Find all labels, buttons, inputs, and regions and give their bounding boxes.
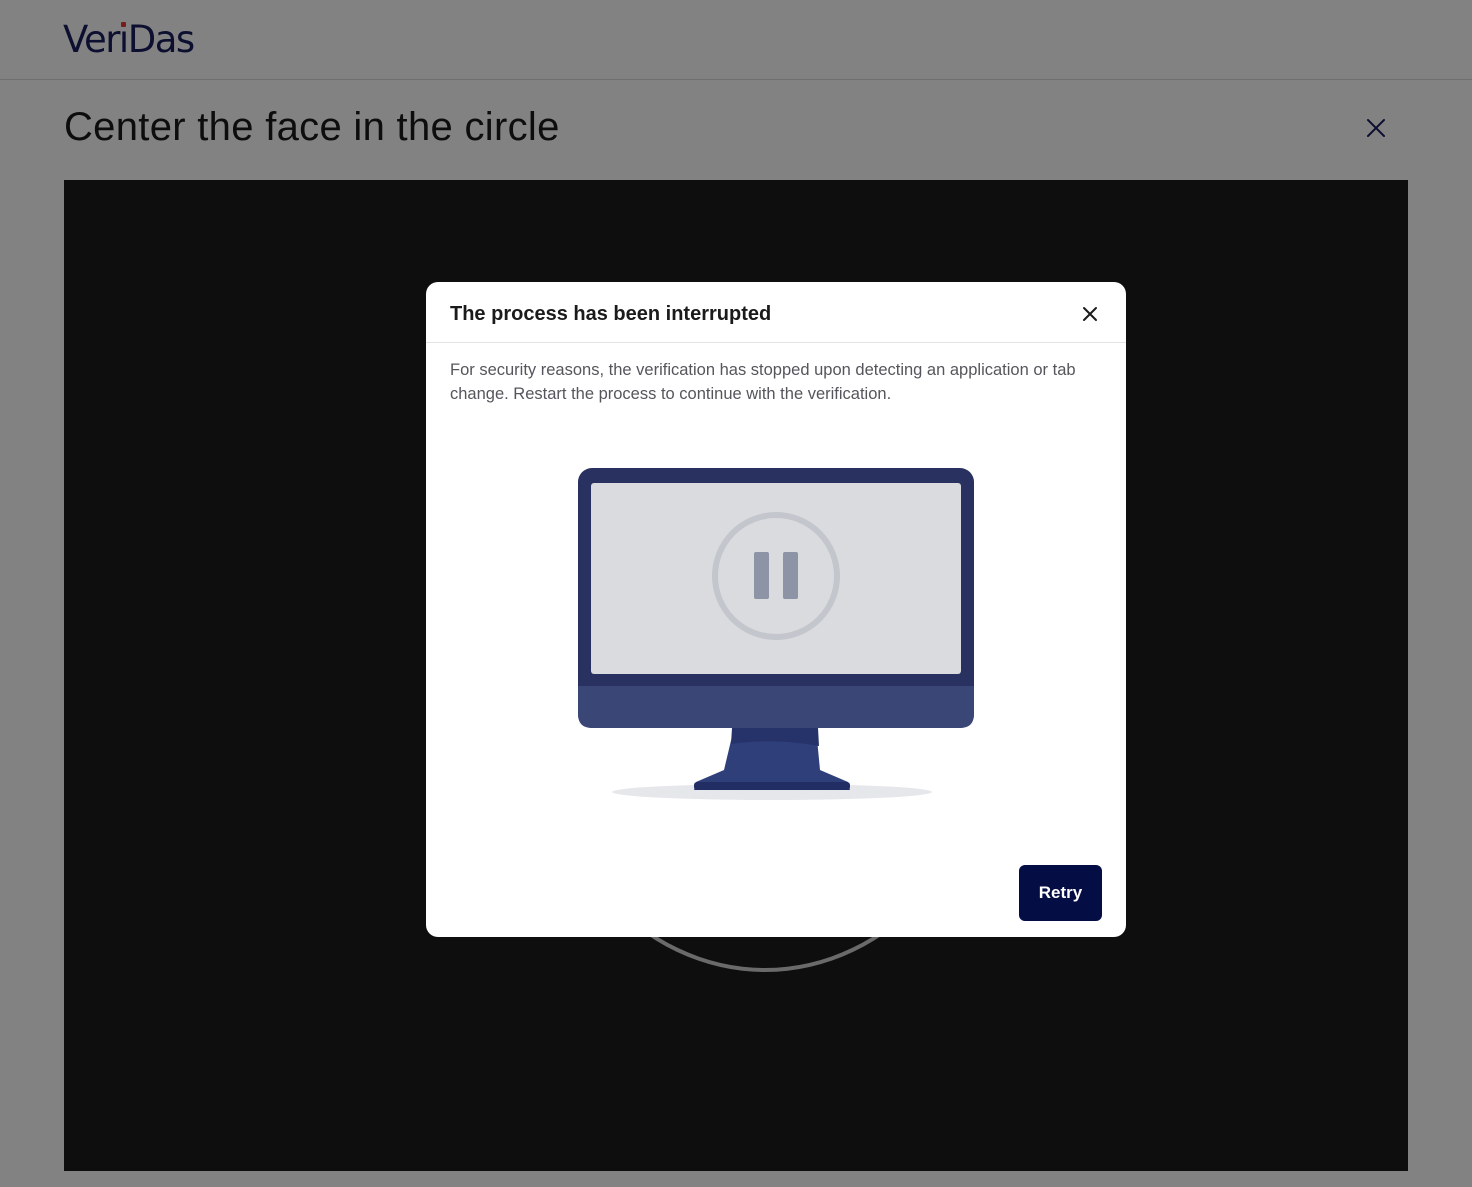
- monitor-pause-illustration: [574, 466, 978, 802]
- interruption-dialog: The process has been interrupted For sec…: [426, 282, 1126, 937]
- dialog-message: For security reasons, the verification h…: [450, 361, 1076, 403]
- retry-button[interactable]: Retry: [1019, 865, 1102, 921]
- dialog-close-button[interactable]: [1079, 303, 1101, 325]
- monitor-icon: [578, 468, 974, 800]
- dialog-header: The process has been interrupted: [426, 282, 1126, 343]
- dialog-title: The process has been interrupted: [450, 303, 772, 325]
- close-icon: [1083, 307, 1097, 321]
